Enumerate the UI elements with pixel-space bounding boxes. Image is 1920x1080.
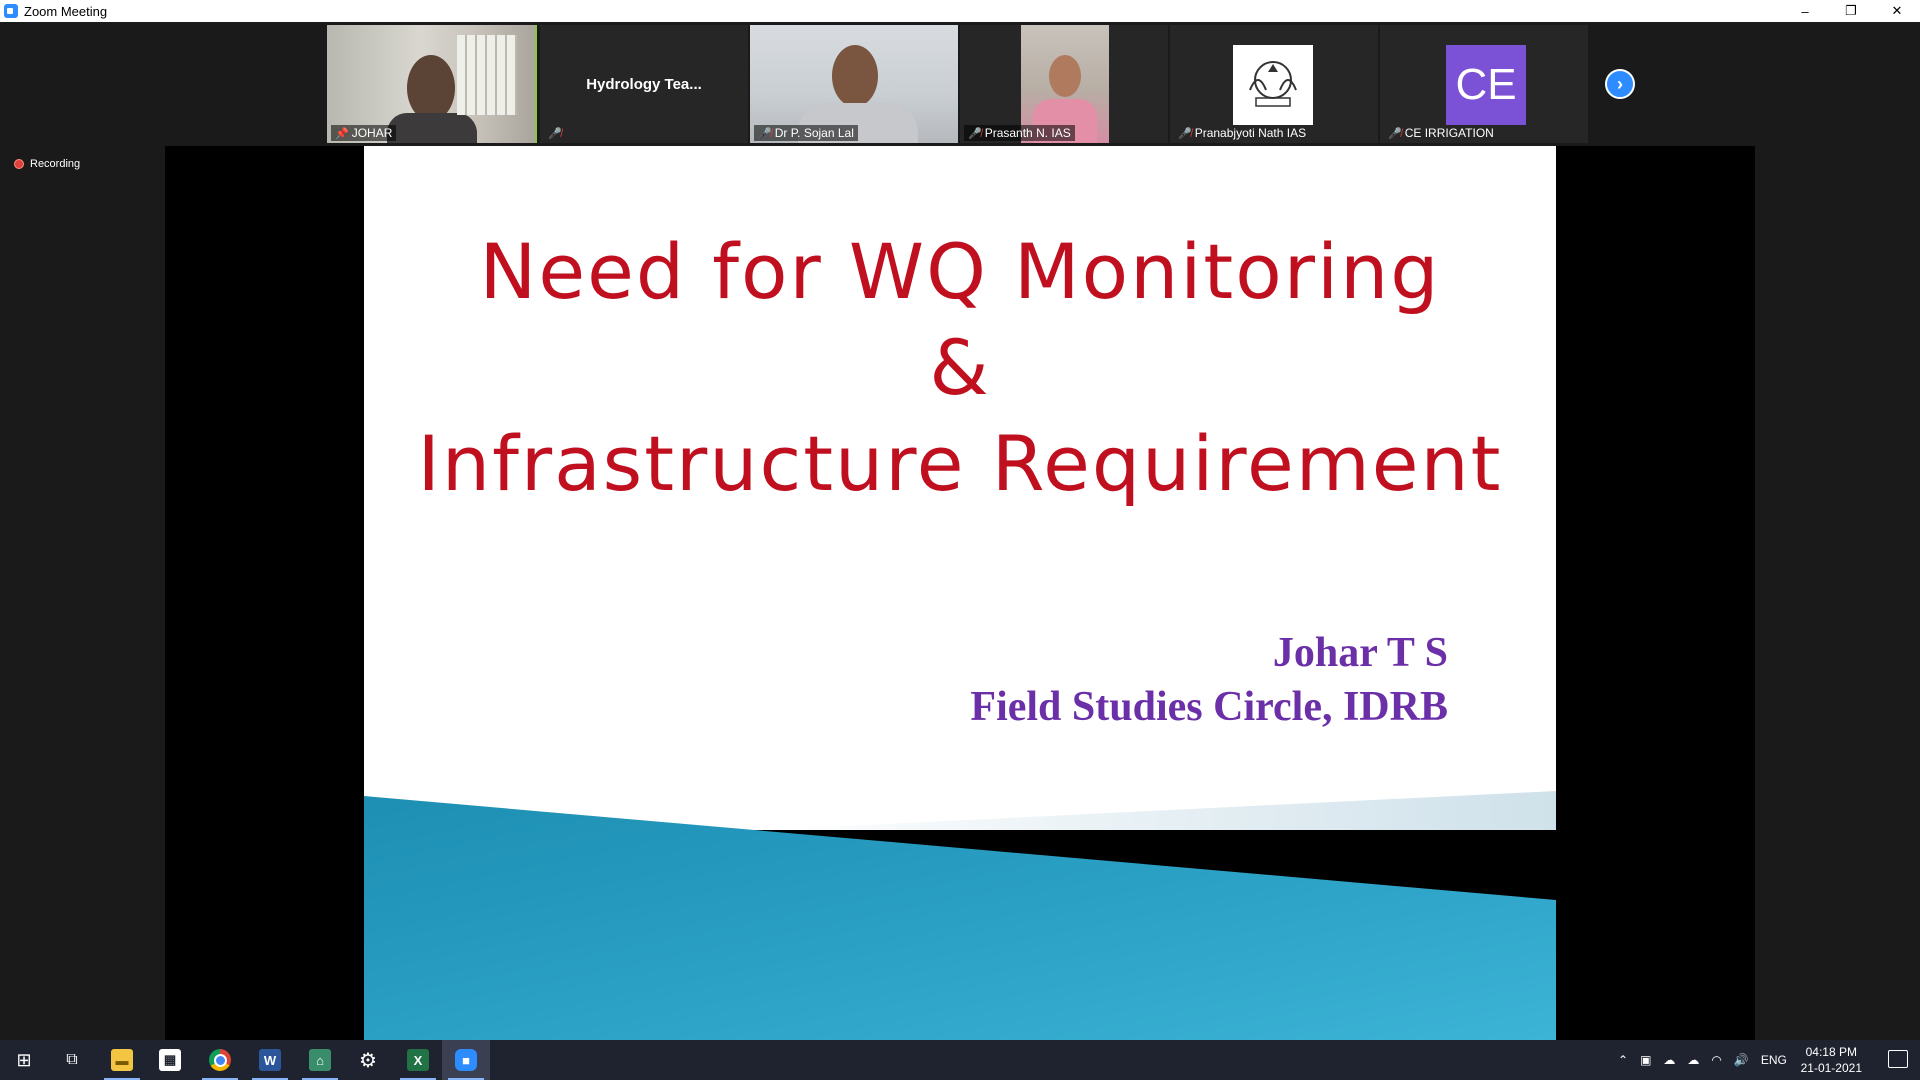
mic-muted-icon: 🎤̸ [1178,127,1192,140]
settings-button[interactable]: ⚙ [344,1040,392,1080]
chrome-icon [209,1049,231,1071]
presentation-slide: Need for WQ Monitoring & Infrastructure … [364,146,1556,1040]
participant-strip: 📌 JOHAR Hydrology Tea... 🎤̸ 🎤̸ Dr P. Soj… [0,22,1920,146]
store-icon: ▦ [159,1049,181,1071]
chrome-button[interactable] [196,1040,244,1080]
zoom-app-icon [4,4,18,18]
settings-icon: ⚙ [359,1049,377,1072]
word-button[interactable]: W [246,1040,294,1080]
slide-decoration [364,791,1556,1040]
excel-button[interactable]: X [394,1040,442,1080]
action-center-icon[interactable] [1888,1050,1908,1068]
task-view-icon: ⧉ [66,1051,78,1068]
recording-label: Recording [30,158,81,170]
participant-tile-ce-irrigation[interactable]: CE 🎤̸ CE IRRIGATION [1380,25,1588,143]
folder-icon: ▬ [111,1049,133,1071]
recording-indicator[interactable]: Recording [14,158,80,170]
windows-start-icon: ⊞ [16,1049,32,1070]
word-icon: W [259,1049,281,1071]
chevron-right-icon: › [1617,73,1623,94]
window-titlebar: Zoom Meeting – ❐ ✕ [0,0,1920,22]
clock-time: 04:18 PM [1805,1045,1857,1059]
system-clock[interactable]: 04:18 PM 21-01-2021 [1801,1044,1862,1076]
shared-screen: Need for WQ Monitoring & Infrastructure … [165,146,1755,1040]
mic-muted-icon: 🎤̸ [968,127,982,140]
onedrive-cloud-icon[interactable]: ☁ [1663,1053,1675,1067]
volume-icon[interactable]: 🔊 [1734,1053,1749,1067]
participant-tile-prasanth[interactable]: 🎤̸ Prasanth N. IAS [960,25,1168,143]
kerala-emblem-image [1233,45,1313,125]
participant-name-label: 🎤̸ [544,126,566,141]
participant-name-label: 🎤̸ Prasanth N. IAS [964,125,1075,141]
participant-name-label: 🎤̸ Dr P. Sojan Lal [754,125,858,141]
network-app-button[interactable]: ⌂ [296,1040,344,1080]
zoom-icon: ■ [455,1049,477,1071]
zoom-button[interactable]: ■ [442,1040,490,1080]
mic-muted-icon: 🎤̸ [758,127,772,140]
wifi-icon[interactable]: ◠ [1711,1053,1721,1067]
windows-taskbar: ⊞ ⧉ ▬ ▦ W ⌂ ⚙ X ■ ⌃ ▣ ☁ ☁ ◠ 🔊 ENG 04:18 … [0,1040,1920,1080]
network-app-icon: ⌂ [309,1049,331,1071]
pin-icon: 📌 [335,127,349,140]
file-explorer-button[interactable]: ▬ [98,1040,146,1080]
language-indicator[interactable]: ENG [1761,1053,1787,1067]
participant-avatar: CE [1446,45,1526,125]
start-button[interactable]: ⊞ [0,1040,48,1080]
next-participants-button[interactable]: › [1605,69,1635,99]
window-title: Zoom Meeting [24,3,108,19]
restore-button[interactable]: ❐ [1828,0,1874,22]
onedrive-cloud-icon-2[interactable]: ☁ [1687,1053,1699,1067]
task-view-button[interactable]: ⧉ [48,1040,96,1080]
show-hidden-icons-chevron-icon[interactable]: ⌃ [1618,1053,1628,1067]
store-button[interactable]: ▦ [146,1040,194,1080]
participant-tile-sojan[interactable]: 🎤̸ Dr P. Sojan Lal [750,25,958,143]
clock-date: 21-01-2021 [1800,1061,1862,1075]
recording-dot-icon [14,159,24,169]
participant-tile-hydrology[interactable]: Hydrology Tea... 🎤̸ [540,25,748,143]
participant-name-label: 📌 JOHAR [331,125,397,141]
participant-name-display: Hydrology Tea... [586,75,702,93]
mic-muted-icon: 🎤̸ [548,128,562,140]
participant-name-label: 🎤̸ Pranabjyoti Nath IAS [1178,126,1307,140]
excel-icon: X [407,1049,429,1071]
close-button[interactable]: ✕ [1874,0,1920,22]
minimize-button[interactable]: – [1782,0,1828,22]
participant-tile-johar[interactable]: 📌 JOHAR [327,25,537,143]
mic-muted-icon: 🎤̸ [1388,127,1402,140]
participant-name-label: 🎤̸ CE IRRIGATION [1388,126,1494,140]
participant-tile-pranabjyoti[interactable]: 🎤̸ Pranabjyoti Nath IAS [1170,25,1378,143]
security-tray-icon[interactable]: ▣ [1640,1053,1651,1067]
system-tray: ⌃ ▣ ☁ ☁ ◠ 🔊 ENG [1618,1040,1787,1080]
window-controls: – ❐ ✕ [1782,0,1920,22]
